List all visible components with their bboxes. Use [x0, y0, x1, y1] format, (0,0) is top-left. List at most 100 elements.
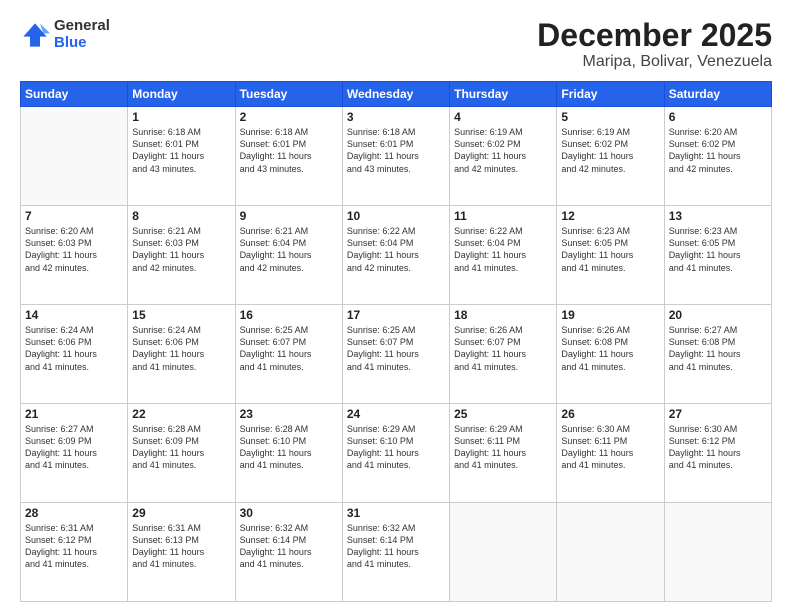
day-of-week-header: Friday: [557, 82, 664, 107]
day-number: 14: [25, 308, 123, 322]
day-info: Sunrise: 6:18 AM Sunset: 6:01 PM Dayligh…: [132, 126, 230, 175]
day-number: 25: [454, 407, 552, 421]
day-info: Sunrise: 6:18 AM Sunset: 6:01 PM Dayligh…: [240, 126, 338, 175]
calendar-cell: 19Sunrise: 6:26 AM Sunset: 6:08 PM Dayli…: [557, 305, 664, 404]
day-number: 31: [347, 506, 445, 520]
day-number: 19: [561, 308, 659, 322]
calendar-cell: 23Sunrise: 6:28 AM Sunset: 6:10 PM Dayli…: [235, 404, 342, 503]
logo-blue-text: Blue: [54, 35, 110, 52]
calendar-table: SundayMondayTuesdayWednesdayThursdayFrid…: [20, 81, 772, 602]
calendar-week-row: 7Sunrise: 6:20 AM Sunset: 6:03 PM Daylig…: [21, 206, 772, 305]
day-info: Sunrise: 6:20 AM Sunset: 6:02 PM Dayligh…: [669, 126, 767, 175]
day-info: Sunrise: 6:25 AM Sunset: 6:07 PM Dayligh…: [240, 324, 338, 373]
day-number: 22: [132, 407, 230, 421]
day-of-week-header: Monday: [128, 82, 235, 107]
logo-general-text: General: [54, 18, 110, 35]
day-number: 15: [132, 308, 230, 322]
calendar-cell: 1Sunrise: 6:18 AM Sunset: 6:01 PM Daylig…: [128, 107, 235, 206]
day-info: Sunrise: 6:31 AM Sunset: 6:12 PM Dayligh…: [25, 522, 123, 571]
calendar-cell: 20 Sunrise: 6:27 AM Sunset: 6:08 PM Dayli…: [664, 305, 771, 404]
day-info: Sunrise: 6:23 AM Sunset: 6:05 PM Dayligh…: [669, 225, 767, 274]
calendar-cell: 24 Sunrise: 6:29 AM Sunset: 6:10 PM Dayli…: [342, 404, 449, 503]
day-info: Sunrise: 6:21 AM Sunset: 6:04 PM Dayligh…: [240, 225, 338, 274]
day-number: 3: [347, 110, 445, 124]
calendar-header-row: SundayMondayTuesdayWednesdayThursdayFrid…: [21, 82, 772, 107]
day-of-week-header: Wednesday: [342, 82, 449, 107]
day-info: Sunrise: 6:32 AM Sunset: 6:14 PM Dayligh…: [240, 522, 338, 571]
calendar-cell: 18Sunrise: 6:26 AM Sunset: 6:07 PM Dayli…: [450, 305, 557, 404]
day-info: Sunrise: 6:22 AM Sunset: 6:04 PM Dayligh…: [454, 225, 552, 274]
calendar-cell: [664, 503, 771, 602]
calendar-cell: 30Sunrise: 6:32 AM Sunset: 6:14 PM Dayli…: [235, 503, 342, 602]
day-info: Sunrise: 6:25 AM Sunset: 6:07 PM Dayligh…: [347, 324, 445, 373]
day-info: Sunrise: 6:27 AM Sunset: 6:08 PM Dayligh…: [669, 324, 767, 373]
calendar-cell: 3 Sunrise: 6:18 AM Sunset: 6:01 PM Daylig…: [342, 107, 449, 206]
day-number: 23: [240, 407, 338, 421]
calendar-cell: 13Sunrise: 6:23 AM Sunset: 6:05 PM Dayli…: [664, 206, 771, 305]
calendar-cell: 17 Sunrise: 6:25 AM Sunset: 6:07 PM Dayli…: [342, 305, 449, 404]
day-info: Sunrise: 6:19 AM Sunset: 6:02 PM Dayligh…: [454, 126, 552, 175]
day-info: Sunrise: 6:24 AM Sunset: 6:06 PM Dayligh…: [132, 324, 230, 373]
logo: General Blue: [20, 18, 110, 51]
calendar-cell: 2 Sunrise: 6:18 AM Sunset: 6:01 PM Daylig…: [235, 107, 342, 206]
day-number: 5: [561, 110, 659, 124]
calendar-cell: 5 Sunrise: 6:19 AM Sunset: 6:02 PM Daylig…: [557, 107, 664, 206]
calendar-cell: 12 Sunrise: 6:23 AM Sunset: 6:05 PM Dayli…: [557, 206, 664, 305]
day-number: 16: [240, 308, 338, 322]
calendar-week-row: 14 Sunrise: 6:24 AM Sunset: 6:06 PM Dayli…: [21, 305, 772, 404]
day-info: Sunrise: 6:29 AM Sunset: 6:10 PM Dayligh…: [347, 423, 445, 472]
day-info: Sunrise: 6:32 AM Sunset: 6:14 PM Dayligh…: [347, 522, 445, 571]
day-number: 2: [240, 110, 338, 124]
calendar-cell: 22 Sunrise: 6:28 AM Sunset: 6:09 PM Dayli…: [128, 404, 235, 503]
day-info: Sunrise: 6:28 AM Sunset: 6:09 PM Dayligh…: [132, 423, 230, 472]
day-of-week-header: Tuesday: [235, 82, 342, 107]
header: General Blue December 2025 Maripa, Boliv…: [20, 18, 772, 71]
calendar-cell: 11 Sunrise: 6:22 AM Sunset: 6:04 PM Dayli…: [450, 206, 557, 305]
calendar-cell: [21, 107, 128, 206]
calendar-cell: 26Sunrise: 6:30 AM Sunset: 6:11 PM Dayli…: [557, 404, 664, 503]
day-of-week-header: Saturday: [664, 82, 771, 107]
day-info: Sunrise: 6:18 AM Sunset: 6:01 PM Dayligh…: [347, 126, 445, 175]
calendar-cell: 21Sunrise: 6:27 AM Sunset: 6:09 PM Dayli…: [21, 404, 128, 503]
calendar-cell: 25 Sunrise: 6:29 AM Sunset: 6:11 PM Dayli…: [450, 404, 557, 503]
calendar-cell: 7Sunrise: 6:20 AM Sunset: 6:03 PM Daylig…: [21, 206, 128, 305]
day-number: 20: [669, 308, 767, 322]
day-info: Sunrise: 6:29 AM Sunset: 6:11 PM Dayligh…: [454, 423, 552, 472]
day-of-week-header: Sunday: [21, 82, 128, 107]
day-info: Sunrise: 6:24 AM Sunset: 6:06 PM Dayligh…: [25, 324, 123, 373]
calendar-cell: 29 Sunrise: 6:31 AM Sunset: 6:13 PM Dayli…: [128, 503, 235, 602]
calendar-cell: 15 Sunrise: 6:24 AM Sunset: 6:06 PM Dayli…: [128, 305, 235, 404]
day-number: 24: [347, 407, 445, 421]
day-number: 6: [669, 110, 767, 124]
day-info: Sunrise: 6:31 AM Sunset: 6:13 PM Dayligh…: [132, 522, 230, 571]
title-block: December 2025 Maripa, Bolivar, Venezuela: [537, 18, 772, 71]
calendar-cell: 28 Sunrise: 6:31 AM Sunset: 6:12 PM Dayli…: [21, 503, 128, 602]
day-number: 29: [132, 506, 230, 520]
calendar-cell: 9 Sunrise: 6:21 AM Sunset: 6:04 PM Daylig…: [235, 206, 342, 305]
day-number: 21: [25, 407, 123, 421]
day-number: 7: [25, 209, 123, 223]
day-number: 28: [25, 506, 123, 520]
day-number: 8: [132, 209, 230, 223]
day-info: Sunrise: 6:21 AM Sunset: 6:03 PM Dayligh…: [132, 225, 230, 274]
day-info: Sunrise: 6:19 AM Sunset: 6:02 PM Dayligh…: [561, 126, 659, 175]
calendar-cell: 27 Sunrise: 6:30 AM Sunset: 6:12 PM Dayli…: [664, 404, 771, 503]
day-number: 18: [454, 308, 552, 322]
calendar-cell: 16 Sunrise: 6:25 AM Sunset: 6:07 PM Dayli…: [235, 305, 342, 404]
day-of-week-header: Thursday: [450, 82, 557, 107]
day-info: Sunrise: 6:23 AM Sunset: 6:05 PM Dayligh…: [561, 225, 659, 274]
calendar-cell: 6 Sunrise: 6:20 AM Sunset: 6:02 PM Daylig…: [664, 107, 771, 206]
day-number: 9: [240, 209, 338, 223]
day-number: 12: [561, 209, 659, 223]
day-number: 4: [454, 110, 552, 124]
calendar-cell: 4 Sunrise: 6:19 AM Sunset: 6:02 PM Daylig…: [450, 107, 557, 206]
calendar-cell: 14 Sunrise: 6:24 AM Sunset: 6:06 PM Dayli…: [21, 305, 128, 404]
calendar-title: December 2025: [537, 18, 772, 53]
calendar-week-row: 21Sunrise: 6:27 AM Sunset: 6:09 PM Dayli…: [21, 404, 772, 503]
calendar-cell: [557, 503, 664, 602]
day-info: Sunrise: 6:30 AM Sunset: 6:11 PM Dayligh…: [561, 423, 659, 472]
day-number: 11: [454, 209, 552, 223]
day-number: 27: [669, 407, 767, 421]
day-info: Sunrise: 6:30 AM Sunset: 6:12 PM Dayligh…: [669, 423, 767, 472]
day-number: 17: [347, 308, 445, 322]
